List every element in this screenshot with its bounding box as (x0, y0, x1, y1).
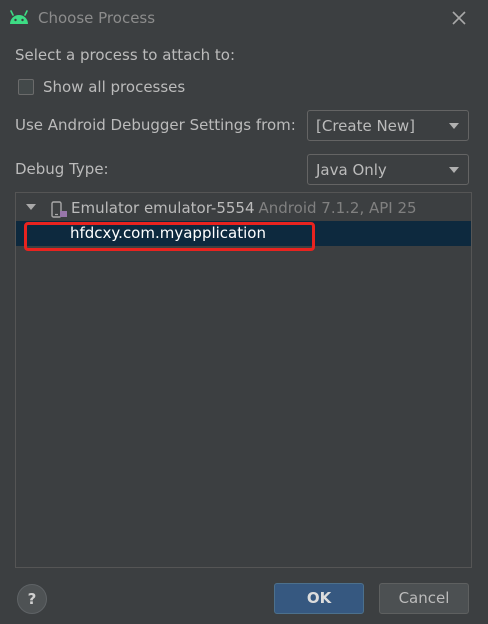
help-button[interactable]: ? (17, 584, 47, 614)
window-title: Choose Process (38, 9, 156, 27)
ok-button[interactable]: OK (274, 583, 364, 614)
chevron-down-icon (449, 167, 459, 173)
process-row[interactable]: hfdcxy.com.myapplication (16, 221, 471, 246)
debugger-settings-dropdown[interactable]: [Create New] (307, 110, 469, 141)
chevron-down-icon (449, 123, 459, 129)
prompt-label: Select a process to attach to: (15, 46, 236, 64)
process-name: hfdcxy.com.myapplication (70, 224, 266, 242)
debugger-settings-value: [Create New] (316, 117, 416, 135)
debugger-settings-label: Use Android Debugger Settings from: (15, 116, 296, 134)
debug-type-dropdown[interactable]: Java Only (307, 154, 469, 185)
close-icon[interactable] (449, 8, 469, 28)
cancel-button[interactable]: Cancel (379, 583, 469, 614)
device-detail: Android 7.1.2, API 25 (258, 199, 417, 217)
title-bar: Choose Process (0, 0, 488, 36)
android-icon (10, 10, 28, 24)
device-icon (51, 201, 67, 218)
checkbox-box[interactable] (18, 79, 34, 95)
show-all-processes-label: Show all processes (43, 78, 186, 96)
process-tree[interactable]: Emulator emulator-5554 Android 7.1.2, API… (15, 192, 472, 568)
debug-type-value: Java Only (316, 161, 387, 179)
show-all-processes-checkbox[interactable]: Show all processes (18, 77, 185, 97)
expand-arrow-icon[interactable] (26, 204, 36, 210)
device-name: Emulator emulator-5554 (71, 199, 255, 217)
debug-type-label: Debug Type: (15, 160, 109, 178)
tree-device-node[interactable]: Emulator emulator-5554 Android 7.1.2, API… (16, 197, 471, 219)
device-label: Emulator emulator-5554 Android 7.1.2, API… (71, 199, 417, 217)
